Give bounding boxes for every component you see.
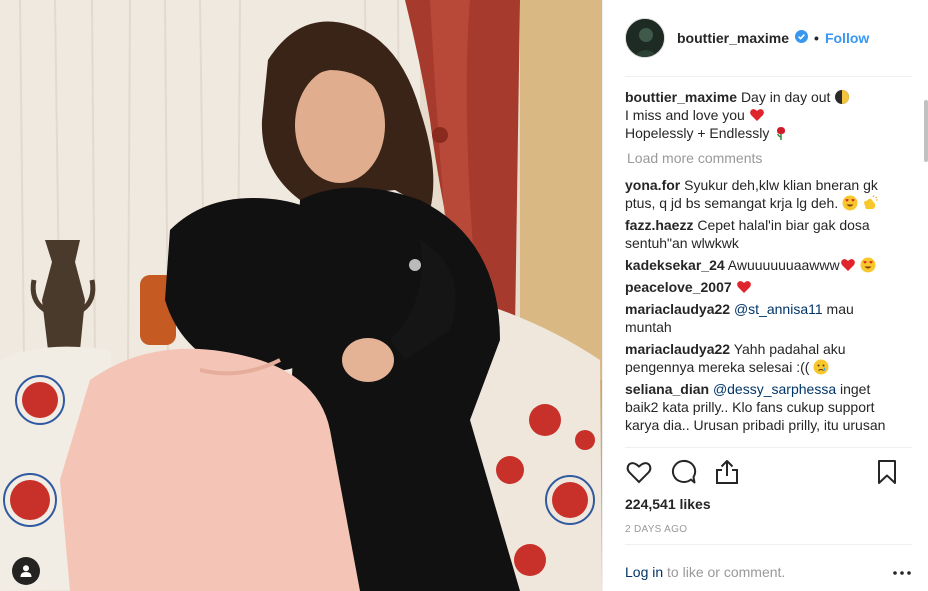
- load-more-comments-button[interactable]: Load more comments: [627, 150, 893, 166]
- more-options-icon: [893, 571, 911, 575]
- caption-line-3: Hopelessly + Endlessly: [625, 125, 770, 141]
- like-button[interactable]: [625, 458, 653, 486]
- comment-mention[interactable]: @dessy_sarphessa: [713, 381, 836, 397]
- comment-item: fazz.haezz Cepet halal'in biar gak dosa …: [625, 216, 893, 252]
- comment-username[interactable]: mariaclaudya22: [625, 301, 730, 317]
- post-caption: bouttier_maxime Day in day out I miss an…: [625, 88, 893, 142]
- heart-eyes-icon: [842, 195, 858, 211]
- comment-username[interactable]: kadeksekar_24: [625, 257, 725, 273]
- tagged-people-button[interactable]: [12, 557, 40, 585]
- heart-eyes-icon: [860, 257, 875, 273]
- comment-text: Awuuuuuuaawww: [727, 257, 840, 273]
- caption-username[interactable]: bouttier_maxime: [625, 89, 737, 105]
- caption-line-2: I miss and love you: [625, 107, 745, 123]
- comment-username[interactable]: peacelove_2007: [625, 279, 732, 295]
- login-prompt-text: to like or comment.: [667, 564, 786, 580]
- footer-divider: [625, 544, 912, 545]
- comment-item: seliana_dian @dessy_sarphessa inget baik…: [625, 380, 893, 434]
- comment-item: mariaclaudya22 @st_annisa11 mau muntah: [625, 300, 893, 336]
- heart-icon: [626, 462, 652, 484]
- login-link[interactable]: Log in: [625, 564, 663, 580]
- post-header: bouttier_maxime • Follow: [603, 0, 928, 76]
- comments-scrollbar[interactable]: [924, 100, 928, 162]
- red-heart-icon: [736, 281, 751, 293]
- rose-icon: [777, 127, 786, 140]
- bookmark-icon: [878, 460, 896, 484]
- comments-list[interactable]: bouttier_maxime Day in day out I miss an…: [625, 88, 893, 446]
- header-divider: [625, 76, 912, 77]
- comment-username[interactable]: seliana_dian: [625, 381, 709, 397]
- red-heart-icon: [749, 109, 764, 121]
- comment-mention[interactable]: @st_annisa11: [734, 301, 823, 317]
- comment-button[interactable]: [669, 458, 697, 486]
- post-timestamp[interactable]: 2 DAYS AGO: [625, 524, 687, 535]
- header-username[interactable]: bouttier_maxime: [677, 30, 789, 46]
- crying-icon: [813, 359, 829, 375]
- avatar[interactable]: [625, 18, 665, 58]
- avatar-image: [626, 19, 664, 57]
- comment-username[interactable]: fazz.haezz: [625, 217, 693, 233]
- photo-scene: [0, 0, 602, 591]
- comment-username[interactable]: mariaclaudya22: [625, 341, 730, 357]
- user-icon: [20, 565, 32, 577]
- save-button[interactable]: [873, 458, 901, 486]
- login-prompt: Log in to like or comment.: [625, 564, 785, 580]
- more-options-button[interactable]: [892, 565, 912, 575]
- comment-item: peacelove_2007: [625, 278, 893, 296]
- caption-line-1: Day in day out: [740, 89, 831, 105]
- moon-icon: [835, 90, 850, 104]
- follow-button[interactable]: Follow: [825, 30, 869, 46]
- comment-item: kadeksekar_24 Awuuuuuuaawww: [625, 256, 893, 274]
- comment-icon: [671, 459, 697, 484]
- comment-item: mariaclaudya22 Yahh padahal aku pengenny…: [625, 340, 893, 376]
- instagram-post: bouttier_maxime • Follow bouttier_maxime…: [0, 0, 928, 591]
- actions-divider: [625, 447, 912, 448]
- comment-username[interactable]: yona.for: [625, 177, 680, 193]
- comment-item: yona.for Syukur deh,klw klian bneran gk …: [625, 176, 893, 212]
- post-sidebar: bouttier_maxime • Follow bouttier_maxime…: [602, 0, 928, 591]
- share-button[interactable]: [713, 458, 741, 486]
- red-heart-icon: [840, 259, 855, 271]
- share-icon: [716, 460, 738, 484]
- clap-icon: [864, 195, 878, 209]
- likes-count[interactable]: 224,541 likes: [625, 496, 711, 512]
- verified-badge-icon: [795, 30, 809, 46]
- post-photo[interactable]: [0, 0, 602, 591]
- header-separator: •: [814, 30, 819, 46]
